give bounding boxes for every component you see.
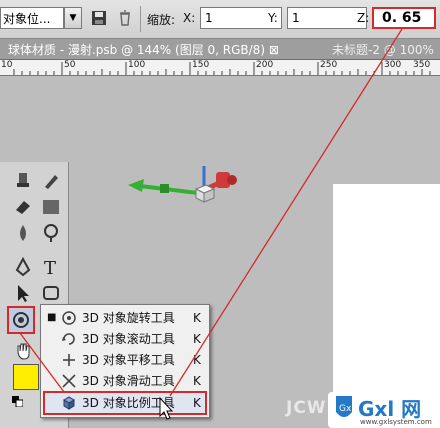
tab-document-active[interactable]: 球体材质 - 漫射.psb @ 144% (图层 0, RGB/8) ⊠ [8, 41, 326, 59]
document-tab-bar: 球体材质 - 漫射.psb @ 144% (图层 0, RGB/8) ⊠ 未标题… [0, 39, 440, 60]
menu-item-3d-rotate[interactable]: ■ 3D 对象旋转工具 K [45, 308, 205, 328]
chevron-down-icon[interactable]: ▼ [64, 7, 82, 29]
horizontal-ruler: 10 50 100 150 200 250 300 350 [0, 60, 440, 76]
menu-item-shortcut: K [193, 374, 201, 388]
default-colors-icon[interactable] [12, 396, 23, 407]
menu-item-shortcut: K [193, 332, 201, 346]
menu-item-3d-pan[interactable]: 3D 对象平移工具 K [45, 350, 205, 370]
history-brush-icon[interactable] [12, 170, 34, 192]
menu-item-3d-roll[interactable]: 3D 对象滚动工具 K [45, 329, 205, 349]
menu-item-label: 3D 对象旋转工具 [82, 311, 175, 325]
dodge-icon[interactable] [40, 222, 62, 244]
options-bar: 对象位... ▼ 缩放: X: 1 Y: 1 Z: 0. 65 [0, 0, 440, 39]
menu-item-shortcut: K [193, 353, 201, 367]
z-axis-arrow [206, 172, 237, 191]
scale-y-field[interactable]: 1 [287, 7, 367, 29]
3d-object-tool-button[interactable] [7, 306, 35, 334]
tab-document-untitled[interactable]: 未标题-2 @ 100% [332, 41, 440, 59]
3d-slide-icon [62, 374, 76, 388]
foreground-color-swatch[interactable] [13, 364, 39, 390]
menu-item-label: 3D 对象滑动工具 [82, 374, 175, 388]
3d-tool-flyout-menu: ■ 3D 对象旋转工具 K 3D 对象滚动工具 K 3D 对象平移工具 K 3D… [40, 304, 210, 418]
separator [140, 6, 141, 32]
save-icon[interactable] [90, 9, 108, 27]
trash-icon[interactable] [116, 9, 134, 27]
center-cube [194, 184, 216, 203]
svg-text:T: T [44, 258, 56, 278]
menu-item-shortcut: K [193, 396, 201, 410]
gradient-icon[interactable] [40, 196, 62, 218]
menu-item-3d-slide[interactable]: 3D 对象滑动工具 K [45, 371, 205, 391]
logo-url: www.gxlsystem.com [360, 418, 432, 426]
scale-z-field[interactable]: 0. 65 [372, 7, 436, 29]
3d-rotate-icon [62, 311, 76, 325]
x-axis-arrow [128, 179, 199, 195]
ruler-label: 250 [320, 60, 338, 70]
3d-scale-icon [63, 396, 75, 410]
ruler-label: 150 [192, 60, 210, 70]
3d-roll-icon [62, 333, 75, 345]
pen-icon[interactable] [12, 256, 34, 278]
art-history-brush-icon[interactable] [40, 170, 62, 192]
scale-label: 缩放: [147, 13, 176, 27]
3d-rotate-icon [13, 312, 29, 328]
rectangle-shape-icon[interactable] [40, 282, 62, 304]
menu-item-label: 3D 对象比例工具 [82, 396, 175, 410]
x-label: X: [183, 11, 196, 25]
ruler-label: 100 [128, 60, 146, 70]
blur-icon[interactable] [12, 222, 34, 244]
ruler-label: 300 [384, 60, 402, 70]
menu-item-3d-scale[interactable]: 3D 对象比例工具 K [43, 391, 207, 415]
menu-item-label: 3D 对象滚动工具 [82, 332, 175, 346]
3d-pan-icon [63, 354, 75, 366]
menu-item-label: 3D 对象平移工具 [82, 353, 175, 367]
ruler-label: 50 [64, 60, 76, 70]
ruler-label: 200 [256, 60, 274, 70]
ruler-label: 10 [1, 60, 13, 70]
ruler-label: 350 [413, 60, 431, 70]
menu-item-shortcut: K [193, 311, 201, 325]
y-label: Y: [268, 11, 278, 25]
tool-preset-select[interactable]: 对象位... [0, 7, 64, 29]
active-bullet-icon: ■ [47, 312, 57, 323]
path-selection-icon[interactable] [12, 282, 34, 304]
z-label: Z: [357, 11, 370, 25]
hand-icon[interactable] [12, 340, 34, 362]
eraser-icon[interactable] [12, 196, 34, 218]
watermark-text: JCW [286, 398, 327, 418]
type-icon[interactable]: T [40, 256, 62, 278]
